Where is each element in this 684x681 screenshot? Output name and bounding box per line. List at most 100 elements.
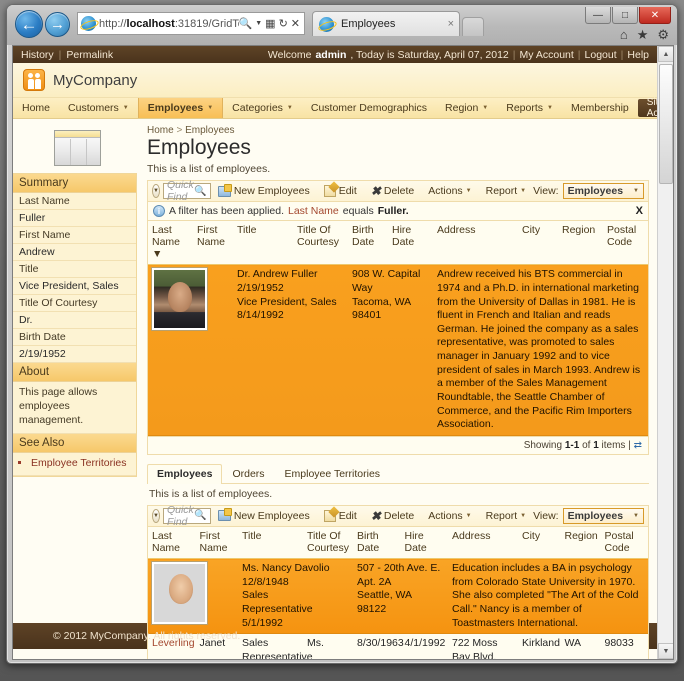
column-header-postal-code[interactable]: Postal Code [603,221,648,266]
page-scrollbar[interactable]: ▲ ▼ [657,46,673,659]
nav-item-customer-demographics[interactable]: Customer Demographics [302,98,436,118]
delete-button[interactable]: ✖ Delete [364,510,421,522]
column-header-city[interactable]: City [518,221,558,266]
breadcrumb-home[interactable]: Home [147,125,174,136]
new-employees-button[interactable]: New Employees [211,508,317,522]
search-icon[interactable]: 🔍 [194,186,206,197]
column-header-address[interactable]: Address [433,221,518,266]
cell-postal-code: 98033 [600,633,648,659]
home-icon[interactable]: ⌂ [620,27,628,43]
edit-button[interactable]: Edit [317,185,364,198]
table-row[interactable]: Dr. Andrew Fuller 2/19/1952 Vice Preside… [148,264,648,436]
close-button[interactable]: ✕ [639,7,671,24]
filter-notification: i A filter has been applied. Last Name e… [147,202,649,222]
scrollbar-thumb[interactable] [659,64,673,184]
nav-item-home[interactable]: Home [13,98,59,118]
view-selector[interactable]: Employees ▼ [562,507,644,524]
nav-item-employees[interactable]: Employees ▼ [137,98,224,118]
nav-item-reports[interactable]: Reports ▼ [497,98,562,118]
back-arrow-icon[interactable]: ← [15,10,43,38]
search-icon[interactable]: 🔍 [239,17,253,30]
column-header-city[interactable]: City [518,526,561,560]
refresh-icon[interactable]: ↻ [279,17,288,30]
filter-field[interactable]: Last Name [288,205,339,217]
see-also-link-employee-territories[interactable]: Employee Territories [31,457,127,469]
column-header-title[interactable]: Title [233,221,293,266]
gear-icon[interactable]: ⚙ [657,27,669,43]
utility-right-links: Welcome admin, Today is Saturday, April … [268,49,649,61]
close-icon[interactable]: × [448,18,454,30]
search-icon[interactable]: 🔍 [194,510,206,521]
scroll-up-icon[interactable]: ▲ [658,46,673,62]
logout-link[interactable]: Logout [585,49,617,61]
column-header-title-of-courtesy[interactable]: Title Of Courtesy [293,221,348,266]
compatibility-view-icon[interactable]: ▦ [265,17,275,30]
nav-item-customers[interactable]: Customers ▼ [59,98,138,118]
minimize-button[interactable]: — [585,7,611,24]
quick-find-placeholder: Quick Find [166,503,194,528]
browser-tab-employees[interactable]: Employees × [312,11,460,36]
report-button[interactable]: Report ▼ [479,185,533,197]
breadcrumb-employees[interactable]: Employees [185,125,234,136]
column-header-hire-date[interactable]: Hire Date [400,526,448,560]
refresh-icon[interactable]: ⇄ [634,440,642,451]
chevron-down-icon: ▼ [633,188,639,195]
scroll-down-icon[interactable]: ▼ [658,643,673,659]
column-header-title[interactable]: Title [238,526,303,560]
permalink-link[interactable]: Permalink [66,49,113,61]
tab-orders[interactable]: Orders [222,464,274,483]
column-header-last-name[interactable]: Last Name ▼ [148,221,193,266]
nav-item-membership[interactable]: Membership [562,98,638,118]
cell-hire-date: 4/1/1992 [400,633,448,659]
breadcrumb-separator: > [176,125,183,136]
main-column: Home > Employees Employees This is a lis… [141,119,657,659]
chevron-down-icon[interactable]: ▼ [255,20,262,27]
history-link[interactable]: History [21,49,54,61]
edit-button[interactable]: Edit [317,509,364,522]
address-bar[interactable]: http://localhost:31819/GridTemplateVI 🔍 … [77,12,305,35]
column-header-last-name[interactable]: Last Name [148,526,196,560]
chevron-down-icon: ▼ [122,105,129,111]
column-header-first-name[interactable]: First Name [195,526,238,560]
column-header-region[interactable]: Region [558,221,603,266]
actions-button[interactable]: Actions ▼ [421,185,478,197]
column-header-postal-code[interactable]: Postal Code [600,526,648,560]
close-icon[interactable]: X [636,205,643,217]
new-record-icon [217,508,232,522]
delete-button[interactable]: ✖ Delete [364,185,421,197]
browser-logo-icon [81,16,96,31]
filter-value: Fuller. [377,205,409,218]
tab-employee-territories[interactable]: Employee Territories [275,464,391,483]
maximize-button[interactable]: □ [612,7,638,24]
nav-item-region[interactable]: Region ▼ [436,98,497,118]
forward-arrow-icon[interactable]: → [45,12,70,37]
report-button[interactable]: Report ▼ [479,510,533,522]
table-row[interactable]: Ms. Nancy Davolio 12/8/1948 Sales Repres… [148,558,648,635]
stop-icon[interactable]: ✕ [291,17,300,30]
address-line-2: Tacoma, WA [352,295,412,308]
list-item: Employee Territories [31,456,130,470]
column-header-region[interactable]: Region [560,526,601,560]
quick-find-input[interactable]: Quick Find 🔍 [162,504,211,528]
tab-employees[interactable]: Employees [147,463,223,484]
summary-value-title-of-courtesy: Dr. [13,312,136,329]
view-selector[interactable]: Employees ▼ [562,183,644,200]
column-header-hire-date[interactable]: Hire Date [388,221,433,266]
star-icon[interactable]: ★ [637,27,649,43]
column-header-first-name[interactable]: First Name [193,221,233,266]
nav-item-categories[interactable]: Categories ▼ [223,98,302,118]
new-employees-button[interactable]: New Employees [211,183,317,197]
column-header-birth-date[interactable]: Birth Date [348,221,388,266]
quick-find-dropdown-icon[interactable]: ▼ [152,508,160,523]
help-link[interactable]: Help [627,49,649,61]
chevron-down-icon: ▼ [547,105,553,111]
site-actions-button[interactable]: Site Actions▼ [637,97,657,119]
new-tab-button[interactable] [462,17,484,36]
quick-find-dropdown-icon[interactable]: ▼ [152,184,160,199]
column-header-birth-date[interactable]: Birth Date [353,526,401,560]
column-header-title-of-courtesy[interactable]: Title Of Courtesy [303,526,353,560]
my-account-link[interactable]: My Account [520,49,574,61]
column-header-address[interactable]: Address [448,526,518,560]
quick-find-input[interactable]: Quick Find 🔍 [162,179,211,203]
actions-button[interactable]: Actions ▼ [421,510,478,522]
